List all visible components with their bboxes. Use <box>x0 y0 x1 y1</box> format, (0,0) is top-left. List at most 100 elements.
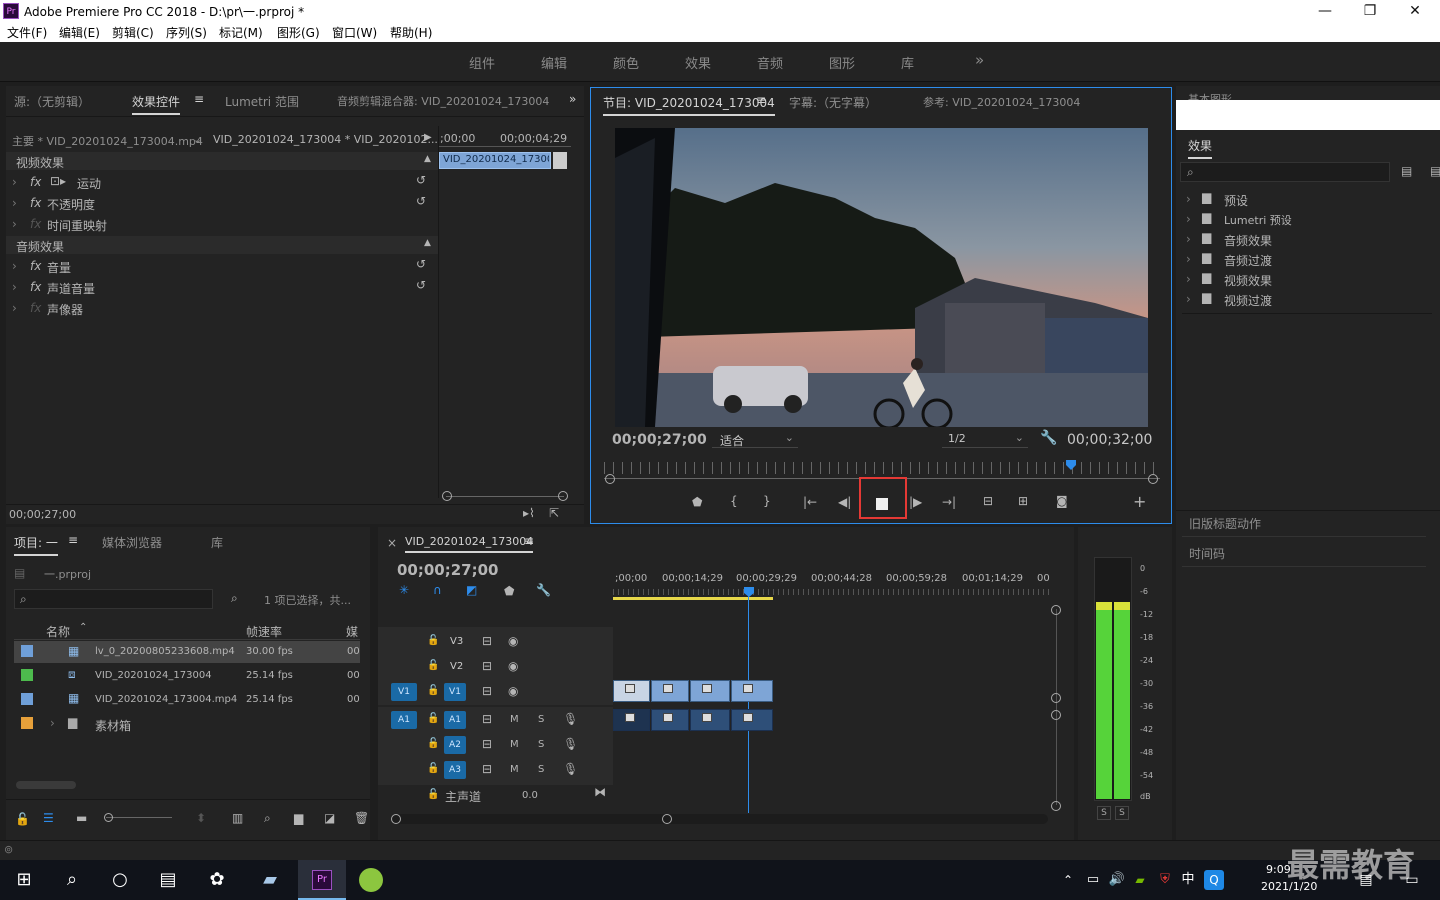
snap-icon[interactable]: ∩ <box>433 583 442 597</box>
new-search-bin-icon[interactable]: ⌕ <box>231 591 238 606</box>
project-scrollbar[interactable] <box>16 781 76 789</box>
source-patch-v1[interactable]: V1 <box>391 683 417 701</box>
lock-icon[interactable]: 🔓 <box>427 660 439 671</box>
effects-folder-video-transitions[interactable]: 视频过渡 <box>1224 292 1272 309</box>
workspace-libraries[interactable]: 库 <box>901 53 914 72</box>
tray-expand-icon[interactable]: ⌃ <box>1055 868 1081 892</box>
tab-lumetri-scopes[interactable]: Lumetri 范围 <box>225 93 299 110</box>
sequence-menu-icon[interactable]: ≡ <box>524 534 534 548</box>
program-menu-icon[interactable]: ≡ <box>756 93 766 107</box>
fit-dropdown[interactable]: 适合 ⌄ <box>712 430 798 448</box>
effects-folder-video-effects[interactable]: 视频效果 <box>1224 272 1272 289</box>
resolution-dropdown[interactable]: 1/2 ⌄ <box>942 430 1028 448</box>
effect-controls-menu-icon[interactable]: ≡ <box>194 92 204 106</box>
menu-file[interactable]: 文件(F) <box>7 24 47 41</box>
timeline-audio-clip[interactable] <box>731 709 773 731</box>
ec-mini-clip[interactable]: VID_20201024_173004 <box>439 152 551 169</box>
panel-overflow-icon[interactable]: » <box>569 92 576 106</box>
icon-view-icon[interactable]: ▬ <box>76 811 87 825</box>
tab-source[interactable]: 源:（无剪辑） <box>14 93 90 110</box>
sort-icon[interactable]: ⬍ <box>196 811 206 825</box>
sort-ascending-icon[interactable]: ⌃ <box>79 622 87 633</box>
play-only-audio-icon[interactable]: ▸⌇ <box>523 506 535 520</box>
scroll-handle[interactable] <box>1051 710 1061 720</box>
track-target-a2[interactable]: A2 <box>444 736 466 754</box>
transform-icon[interactable]: ⊡▸ <box>50 174 66 188</box>
scroll-handle[interactable] <box>1051 801 1061 811</box>
effects-search-input[interactable]: ⌕ <box>1180 162 1390 182</box>
column-frame-rate[interactable]: 帧速率 <box>246 623 282 640</box>
program-ruler[interactable] <box>604 462 1160 474</box>
cortana-icon[interactable]: ○ <box>107 868 133 892</box>
trash-icon[interactable]: 🗑 <box>354 811 369 825</box>
sync-icon[interactable]: ⊟ <box>482 712 492 726</box>
timeline-vertical-scroll[interactable] <box>1056 609 1057 805</box>
collapse-icon[interactable]: ▲ <box>424 238 431 248</box>
sync-icon[interactable]: ⊟ <box>482 659 492 673</box>
reset-opacity-icon[interactable]: ↺ <box>416 194 426 208</box>
linked-selection-icon[interactable]: ◩ <box>466 583 477 597</box>
fx-icon[interactable]: fx <box>30 175 41 189</box>
expand-opacity-icon[interactable]: › <box>12 196 17 210</box>
program-video-frame[interactable] <box>615 128 1148 427</box>
column-name[interactable]: 名称 <box>46 623 70 640</box>
search-icon[interactable]: ⌕ <box>59 868 85 892</box>
menu-marker[interactable]: 标记(M) <box>219 24 263 41</box>
sync-icon[interactable]: ⊟ <box>482 762 492 776</box>
master-dropdown-icon[interactable]: ⌄ <box>193 133 202 146</box>
expand-volume-icon[interactable]: › <box>12 259 17 273</box>
master-clip-label[interactable]: 主要 * VID_20201024_173004.mp4 <box>12 133 203 149</box>
mute-button[interactable]: M <box>510 714 519 725</box>
lock-icon[interactable]: 🔓 <box>427 763 439 774</box>
list-item-name[interactable]: VID_20201024_173004 <box>95 670 212 681</box>
nest-icon[interactable]: ✳ <box>399 583 409 597</box>
solo-left-button[interactable]: S <box>1097 806 1111 820</box>
project-menu-icon[interactable]: ≡ <box>68 533 78 547</box>
lock-icon[interactable]: 🔓 <box>427 789 439 800</box>
zoom-handle[interactable] <box>1148 474 1158 484</box>
timeline-audio-clip[interactable] <box>651 709 689 731</box>
premiere-taskbar-button[interactable]: Pr <box>298 860 346 900</box>
out-point-icon[interactable]: } <box>763 494 771 508</box>
tab-libraries[interactable]: 库 <box>211 534 223 551</box>
effect-channel-volume[interactable]: 声道音量 <box>47 280 95 297</box>
notification-icon[interactable]: ▭ <box>1399 868 1425 892</box>
tab-sequence[interactable]: VID_20201024_173004 <box>405 535 534 553</box>
menu-sequence[interactable]: 序列(S) <box>166 24 207 41</box>
effects-folder-audio-transitions[interactable]: 音频过渡 <box>1224 252 1272 269</box>
tab-audio-clip-mixer[interactable]: 音频剪辑混合器: VID_20201024_173004 <box>337 93 549 109</box>
workspace-assembly[interactable]: 组件 <box>469 53 495 72</box>
project-search-input[interactable]: ⌕ <box>14 589 213 609</box>
new-bin-icon[interactable]: ▆ <box>294 811 303 825</box>
sequence-clip-label[interactable]: VID_20201024_173004 * VID_2020102... <box>213 133 438 146</box>
track-target-a1[interactable]: A1 <box>444 711 466 729</box>
find-icon[interactable]: ⌕ <box>264 811 271 826</box>
go-to-in-icon[interactable]: |← <box>803 495 817 509</box>
new-preset-icon[interactable]: ▤ <box>1430 164 1440 178</box>
column-media[interactable]: 媒 <box>346 623 358 640</box>
lock-icon[interactable]: 🔓 <box>427 685 439 696</box>
ec-zoom-handle[interactable] <box>442 491 452 501</box>
list-item-name[interactable]: VID_20201024_173004.mp4 <box>95 694 237 705</box>
workspace-more-icon[interactable]: » <box>975 51 984 69</box>
reset-channel-volume-icon[interactable]: ↺ <box>416 278 426 292</box>
expand-time-remap-icon[interactable]: › <box>12 217 17 231</box>
master-volume-value[interactable]: 0.0 <box>522 790 538 801</box>
sync-icon[interactable]: ⊟ <box>482 684 492 698</box>
timeline-video-clip[interactable] <box>731 680 773 702</box>
timeline-settings-icon[interactable]: 🔧 <box>536 583 551 597</box>
timeline-audio-clip[interactable] <box>690 709 730 731</box>
qq-icon[interactable]: Q <box>1204 870 1224 890</box>
ime-indicator[interactable]: 中 <box>1175 868 1201 892</box>
microphone-icon[interactable]: 🎙 <box>563 737 578 751</box>
automate-icon[interactable]: ▥ <box>232 811 243 825</box>
microphone-icon[interactable]: 🎙 <box>563 762 578 776</box>
nvidia-icon[interactable]: ▰ <box>1127 868 1153 892</box>
menu-edit[interactable]: 编辑(E) <box>59 24 100 41</box>
export-frame-icon[interactable]: ◙ <box>1056 494 1068 508</box>
collapse-icon[interactable]: ▲ <box>424 154 431 164</box>
track-name-v3[interactable]: V3 <box>450 636 463 647</box>
tab-effect-controls[interactable]: 效果控件 <box>132 93 181 115</box>
solo-button[interactable]: S <box>538 739 544 750</box>
pinwheel-app-icon[interactable]: ✿ <box>204 868 230 892</box>
